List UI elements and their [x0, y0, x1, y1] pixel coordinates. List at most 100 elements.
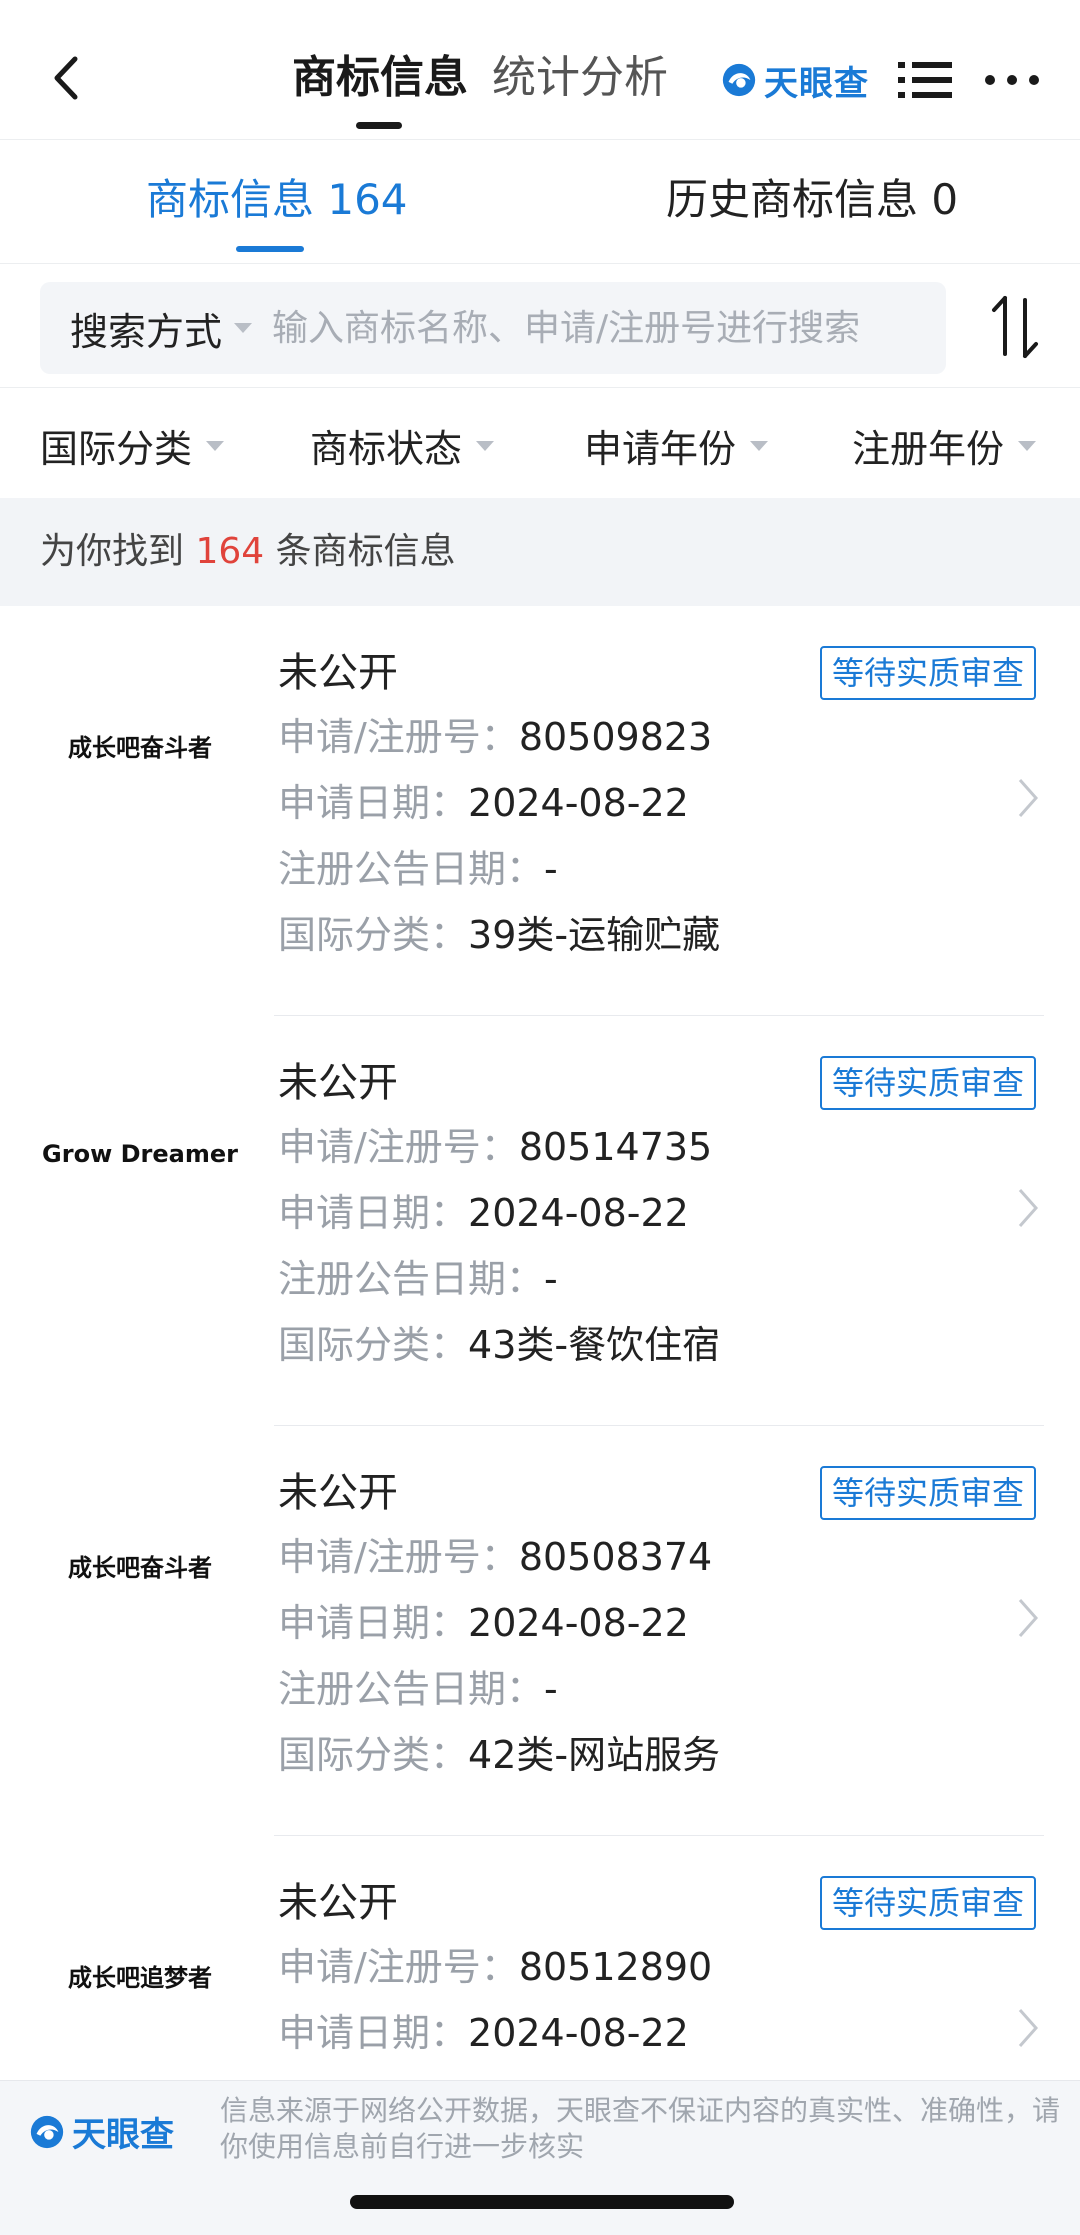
- field-label: 注册公告日期：: [278, 1257, 545, 1301]
- announce-date-field: 注册公告日期：-: [278, 842, 558, 896]
- chevron-right-icon: [1018, 2009, 1039, 2047]
- brand-name: 天眼查: [764, 63, 869, 104]
- trademark-name: 未公开: [278, 1060, 398, 1106]
- field-label: 申请/注册号：: [278, 1535, 519, 1579]
- trademark-logo: 成长吧追梦者: [68, 1964, 212, 1992]
- trademark-name: 未公开: [278, 1880, 398, 1926]
- filter-register-year[interactable]: 注册年份: [852, 418, 1037, 473]
- chevron-left-icon: [54, 56, 78, 100]
- filter-label: 注册年份: [852, 427, 1005, 471]
- filter-intl-class[interactable]: 国际分类: [40, 418, 225, 473]
- apply-date-field: 申请日期：2024-08-22: [278, 776, 689, 830]
- trademark-logo: 成长吧奋斗者: [68, 734, 212, 762]
- reg-no-field: 申请/注册号：80508374: [278, 1530, 712, 1584]
- field-label: 注册公告日期：: [278, 1667, 545, 1711]
- tianyancha-logo-icon: [30, 2115, 64, 2148]
- list-menu-icon[interactable]: [896, 56, 954, 104]
- field-value: 42类-网站服务: [468, 1733, 721, 1777]
- field-value: -: [544, 1257, 558, 1301]
- field-value: 43类-餐饮住宿: [468, 1323, 721, 1367]
- field-value: 80508374: [518, 1535, 713, 1579]
- footer-brand-name: 天眼查: [72, 2115, 174, 2155]
- result-count-text: 为你找到 164 条商标信息: [40, 526, 456, 578]
- disclaimer-text: 信息来源于网络公开数据，天眼查不保证内容的真实性、准确性，请你使用信息前自行进一…: [220, 2094, 1061, 2163]
- field-value: 2024-08-22: [468, 781, 689, 825]
- apply-date-field: 申请日期：2024-08-22: [278, 2006, 689, 2060]
- apply-date-field: 申请日期：2024-08-22: [278, 1186, 689, 1240]
- reg-no-field: 申请/注册号：80512890: [278, 1940, 712, 1994]
- intl-class-field: 国际分类：42类-网站服务: [278, 1728, 720, 1782]
- field-value: 39类-运输贮藏: [468, 913, 721, 957]
- chevron-right-icon: [1018, 779, 1039, 817]
- list-item[interactable]: 成长吧追梦者 未公开 等待实质审查 申请/注册号：80512890 申请日期：2…: [0, 1836, 1080, 2080]
- field-value: 2024-08-22: [468, 1601, 689, 1645]
- sort-icon[interactable]: [990, 292, 1040, 362]
- tab-statistics[interactable]: 统计分析: [492, 48, 668, 108]
- caret-down-icon: [750, 440, 769, 451]
- chevron-right-icon: [1018, 1599, 1039, 1637]
- field-value: 2024-08-22: [468, 1191, 689, 1235]
- result-prefix: 为你找到: [40, 531, 196, 572]
- field-label: 国际分类：: [278, 1733, 469, 1777]
- search-mode-dropdown[interactable]: 搜索方式: [40, 301, 253, 356]
- search-input[interactable]: [272, 307, 946, 349]
- field-value: 2024-08-22: [468, 2011, 689, 2055]
- search-mode-label: 搜索方式: [70, 309, 223, 354]
- subtab-history-trademark[interactable]: 历史商标信息 0: [666, 172, 958, 228]
- field-label: 申请日期：: [278, 1601, 469, 1645]
- search-row: 搜索方式: [0, 264, 1080, 388]
- back-button[interactable]: [40, 48, 90, 108]
- subtab-trademark-info[interactable]: 商标信息 164: [146, 172, 408, 228]
- tianyancha-logo-icon: [722, 63, 756, 97]
- intl-class-field: 国际分类：39类-运输贮藏: [278, 908, 720, 962]
- field-label: 申请/注册号：: [278, 1945, 519, 1989]
- caret-down-icon: [1018, 440, 1037, 451]
- sub-tabs: 商标信息 164 历史商标信息 0: [0, 140, 1080, 264]
- filter-trademark-status[interactable]: 商标状态: [310, 418, 495, 473]
- caret-down-icon: [234, 323, 253, 333]
- more-options-icon[interactable]: [982, 56, 1042, 104]
- field-value: 80514735: [518, 1125, 713, 1169]
- filter-apply-year[interactable]: 申请年份: [584, 418, 769, 473]
- status-badge: 等待实质审查: [820, 1466, 1037, 1520]
- field-label: 申请/注册号：: [278, 1125, 519, 1169]
- tab-trademark-info[interactable]: 商标信息: [292, 48, 468, 108]
- field-value: 80509823: [518, 715, 713, 759]
- filter-label: 申请年份: [584, 427, 737, 471]
- list-item[interactable]: 成长吧奋斗者 未公开 等待实质审查 申请/注册号：80508374 申请日期：2…: [0, 1426, 1080, 1836]
- field-label: 申请日期：: [278, 1191, 469, 1235]
- reg-no-field: 申请/注册号：80514735: [278, 1120, 712, 1174]
- trademark-list: 成长吧奋斗者 未公开 等待实质审查 申请/注册号：80509823 申请日期：2…: [0, 606, 1080, 2080]
- footer-logo: 天眼查: [28, 2107, 174, 2156]
- result-banner: 为你找到 164 条商标信息: [0, 498, 1080, 606]
- list-item[interactable]: 成长吧奋斗者 未公开 等待实质审查 申请/注册号：80509823 申请日期：2…: [0, 606, 1080, 1016]
- field-label: 国际分类：: [278, 1323, 469, 1367]
- reg-no-field: 申请/注册号：80509823: [278, 710, 712, 764]
- field-label: 国际分类：: [278, 913, 469, 957]
- search-box: 搜索方式: [40, 282, 946, 374]
- filter-bar: 国际分类 商标状态 申请年份 注册年份: [0, 388, 1080, 498]
- field-value: -: [544, 847, 558, 891]
- field-value: -: [544, 1667, 558, 1711]
- result-suffix: 条商标信息: [264, 531, 456, 572]
- active-tab-indicator: [356, 122, 402, 129]
- field-value: 80512890: [518, 1945, 713, 1989]
- caret-down-icon: [476, 440, 495, 451]
- field-label: 申请日期：: [278, 781, 469, 825]
- caret-down-icon: [206, 440, 225, 451]
- subtab-indicator: [236, 246, 304, 252]
- disclaimer-footer: 天眼查 信息来源于网络公开数据，天眼查不保证内容的真实性、准确性，请你使用信息前…: [0, 2080, 1080, 2235]
- tianyancha-logo: 天眼查: [720, 56, 869, 104]
- apply-date-field: 申请日期：2024-08-22: [278, 1596, 689, 1650]
- list-item[interactable]: Grow Dreamer 未公开 等待实质审查 申请/注册号：80514735 …: [0, 1016, 1080, 1426]
- chevron-right-icon: [1018, 1189, 1039, 1227]
- trademark-logo: Grow Dreamer: [42, 1140, 238, 1168]
- field-label: 注册公告日期：: [278, 847, 545, 891]
- status-badge: 等待实质审查: [820, 646, 1037, 700]
- field-label: 申请/注册号：: [278, 715, 519, 759]
- announce-date-field: 注册公告日期：-: [278, 1662, 558, 1716]
- top-nav-bar: 商标信息 统计分析 天眼查: [0, 0, 1080, 140]
- home-indicator[interactable]: [350, 2195, 734, 2209]
- trademark-name: 未公开: [278, 650, 398, 696]
- filter-label: 商标状态: [310, 427, 463, 471]
